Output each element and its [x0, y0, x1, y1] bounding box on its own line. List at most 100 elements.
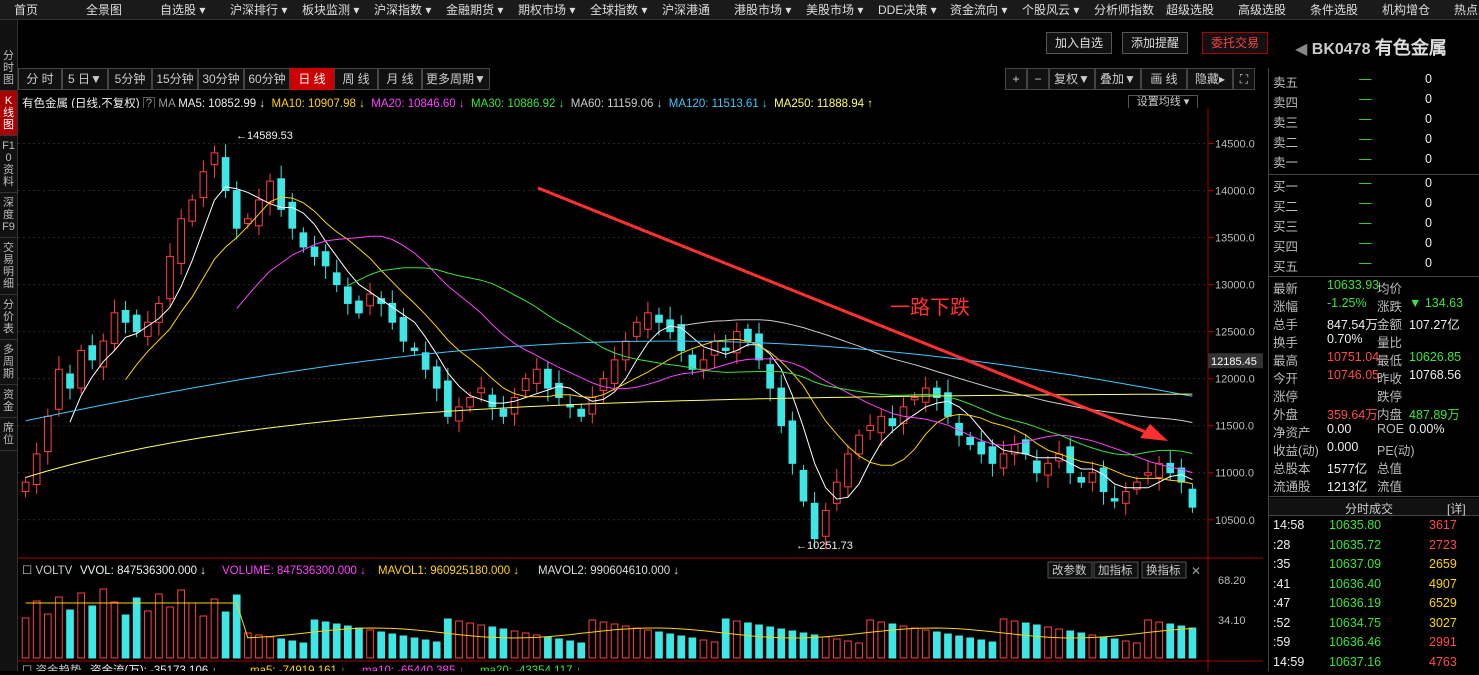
period-tab[interactable]: 日 线	[290, 68, 334, 90]
candle-body	[21, 481, 30, 493]
buy-row-cell: 买五	[1273, 260, 1299, 274]
top-menu-item[interactable]: 沪深港通	[662, 1, 710, 18]
top-menu-item[interactable]: 金融期货 ▾	[446, 1, 503, 18]
add-watchlist-button[interactable]: 加入自选	[1046, 32, 1112, 54]
chart-tool-button[interactable]: +	[1005, 68, 1027, 90]
trade-row-cell: 4907	[1429, 576, 1457, 591]
top-menu-item[interactable]: 期权市场 ▾	[518, 1, 575, 18]
sidebar-tab[interactable]: 资金	[0, 385, 17, 418]
candle-body	[577, 408, 586, 417]
stat-row-cell: 流值	[1377, 480, 1403, 494]
period-tab[interactable]: 月 线	[378, 68, 422, 90]
sidebar-tab[interactable]: K线图	[0, 91, 17, 136]
top-menu-item[interactable]: 自选股 ▾	[160, 1, 205, 18]
volume-bar	[321, 621, 330, 659]
top-menu-item[interactable]: 个股风云 ▾	[1022, 1, 1079, 18]
caret-left-icon[interactable]: ◀	[1295, 41, 1307, 58]
stock-title: ◀ BK0478 有色金属	[1295, 34, 1447, 60]
top-menu-item[interactable]: 热点	[1454, 1, 1478, 18]
chart-tool-button[interactable]: 复权▼	[1049, 68, 1095, 90]
stat-row-cell: 内盘	[1377, 408, 1403, 422]
period-tab[interactable]: 60分钟	[244, 68, 290, 90]
left-sidebar: 分时图 K线图 F10资料 深度F9 交易明细 分价表 多周期 资金 席位	[0, 20, 18, 671]
chart-tool-button[interactable]: 隐藏▸	[1187, 68, 1233, 90]
add-alert-button[interactable]: 添加提醒	[1122, 32, 1188, 54]
buy-row: 买二 — 0	[1273, 196, 1473, 216]
chart-tool-button[interactable]: 叠加▼	[1095, 68, 1141, 90]
candle-body	[455, 406, 463, 422]
sidebar-tab[interactable]: 深度F9	[0, 193, 17, 238]
volume-bar	[143, 610, 152, 659]
sidebar-tab[interactable]: 多周期	[0, 340, 17, 385]
volume-bar	[577, 642, 586, 659]
volume-bar	[877, 621, 886, 659]
top-menu-item[interactable]: 美股市场 ▾	[806, 1, 863, 18]
top-menu-item[interactable]: 首页	[14, 1, 38, 18]
period-tab[interactable]: 更多周期▼	[422, 68, 490, 90]
top-menu-item[interactable]: 全景图	[86, 1, 122, 18]
top-menu-item[interactable]: 资金流向 ▾	[950, 1, 1007, 18]
period-tab[interactable]: 5分钟	[108, 68, 152, 90]
sidebar-tab[interactable]: 分时图	[0, 46, 17, 91]
volume-bar	[788, 630, 797, 659]
chart-tool-button[interactable]: −	[1027, 68, 1049, 90]
volume-bar	[266, 636, 274, 659]
sell-row-cell: —	[1359, 152, 1372, 166]
top-menu-item[interactable]: 超级选股	[1166, 1, 1214, 18]
period-tab[interactable]: 周 线	[334, 68, 378, 90]
stat-row: 外盘 359.64万 内盘 487.89万	[1273, 404, 1473, 424]
vol-name: ☐ VOLTV	[22, 565, 73, 577]
volume-bar	[821, 636, 830, 659]
y-tick-label: 14000.0	[1215, 186, 1255, 198]
stat-row: 总股本 1577亿 总值	[1273, 458, 1473, 478]
candle-body	[321, 251, 330, 267]
entrust-trade-button[interactable]: 委托交易	[1202, 32, 1268, 54]
volume-bar	[888, 623, 897, 659]
volume-bar	[166, 606, 174, 659]
volume-bar	[933, 631, 941, 659]
volume-bar	[588, 619, 597, 659]
top-menu-item[interactable]: 全球指数 ▾	[590, 1, 647, 18]
sell-row: 卖四 — 0	[1273, 92, 1473, 112]
top-menu-item[interactable]: 板块监测 ▾	[302, 1, 359, 18]
period-tab[interactable]: 5 日▼	[62, 68, 108, 90]
sidebar-tab[interactable]: 分价表	[0, 295, 17, 340]
top-menu-item[interactable]: DDE决策 ▾	[878, 1, 937, 18]
buy-row-cell: —	[1359, 176, 1372, 190]
chart-tool-button[interactable]: 画 线	[1141, 68, 1187, 90]
period-tab[interactable]: 30分钟	[198, 68, 244, 90]
top-menu-item[interactable]: 港股市场 ▾	[734, 1, 791, 18]
candle-body	[921, 387, 930, 403]
stock-code: BK0478	[1311, 41, 1371, 58]
candle-body	[632, 321, 641, 337]
candle-body	[988, 446, 997, 464]
period-tab[interactable]: 分 时	[18, 68, 62, 90]
sidebar-tab[interactable]: 交易明细	[0, 238, 17, 295]
candle-body	[544, 368, 552, 389]
top-menu-item[interactable]: 沪深排行 ▾	[230, 1, 287, 18]
period-tab[interactable]: 15分钟	[152, 68, 198, 90]
top-menu-item[interactable]: 沪深指数 ▾	[374, 1, 431, 18]
y-tick-label: 12000.0	[1215, 374, 1255, 386]
kline-chart[interactable]: 14500.0 14000.0 13500.0 13000.0 12500.0 12000…	[18, 108, 1263, 671]
top-menu-item[interactable]: 高级选股	[1238, 1, 1286, 18]
trades-header: 分时成交 [详]	[1269, 498, 1479, 516]
stat-row-cell: 359.64万	[1327, 408, 1378, 422]
volume-bar	[921, 629, 930, 659]
top-menu-item[interactable]: 机构增仓	[1382, 1, 1430, 18]
sell-row-cell: 卖二	[1273, 136, 1299, 150]
sidebar-tab[interactable]: F10资料	[0, 136, 17, 193]
volume-bar	[88, 605, 97, 659]
volume-bar	[510, 630, 519, 659]
trade-row: :47 10636.19 6529	[1273, 596, 1473, 616]
trade-row: 14:58 10635.80 3617	[1273, 518, 1473, 538]
vol-tick-label: 68.20	[1218, 575, 1246, 587]
candle-body	[121, 309, 130, 323]
chart-tool-button[interactable]: ⛶	[1233, 68, 1255, 90]
volume-bar	[155, 593, 163, 659]
top-menu-item[interactable]: 条件选股	[1310, 1, 1358, 18]
candle-body	[132, 314, 141, 333]
sidebar-tab[interactable]: 席位	[0, 418, 17, 451]
trades-detail-link[interactable]: [详]	[1447, 500, 1466, 517]
top-menu-item[interactable]: 分析师指数	[1094, 1, 1154, 18]
